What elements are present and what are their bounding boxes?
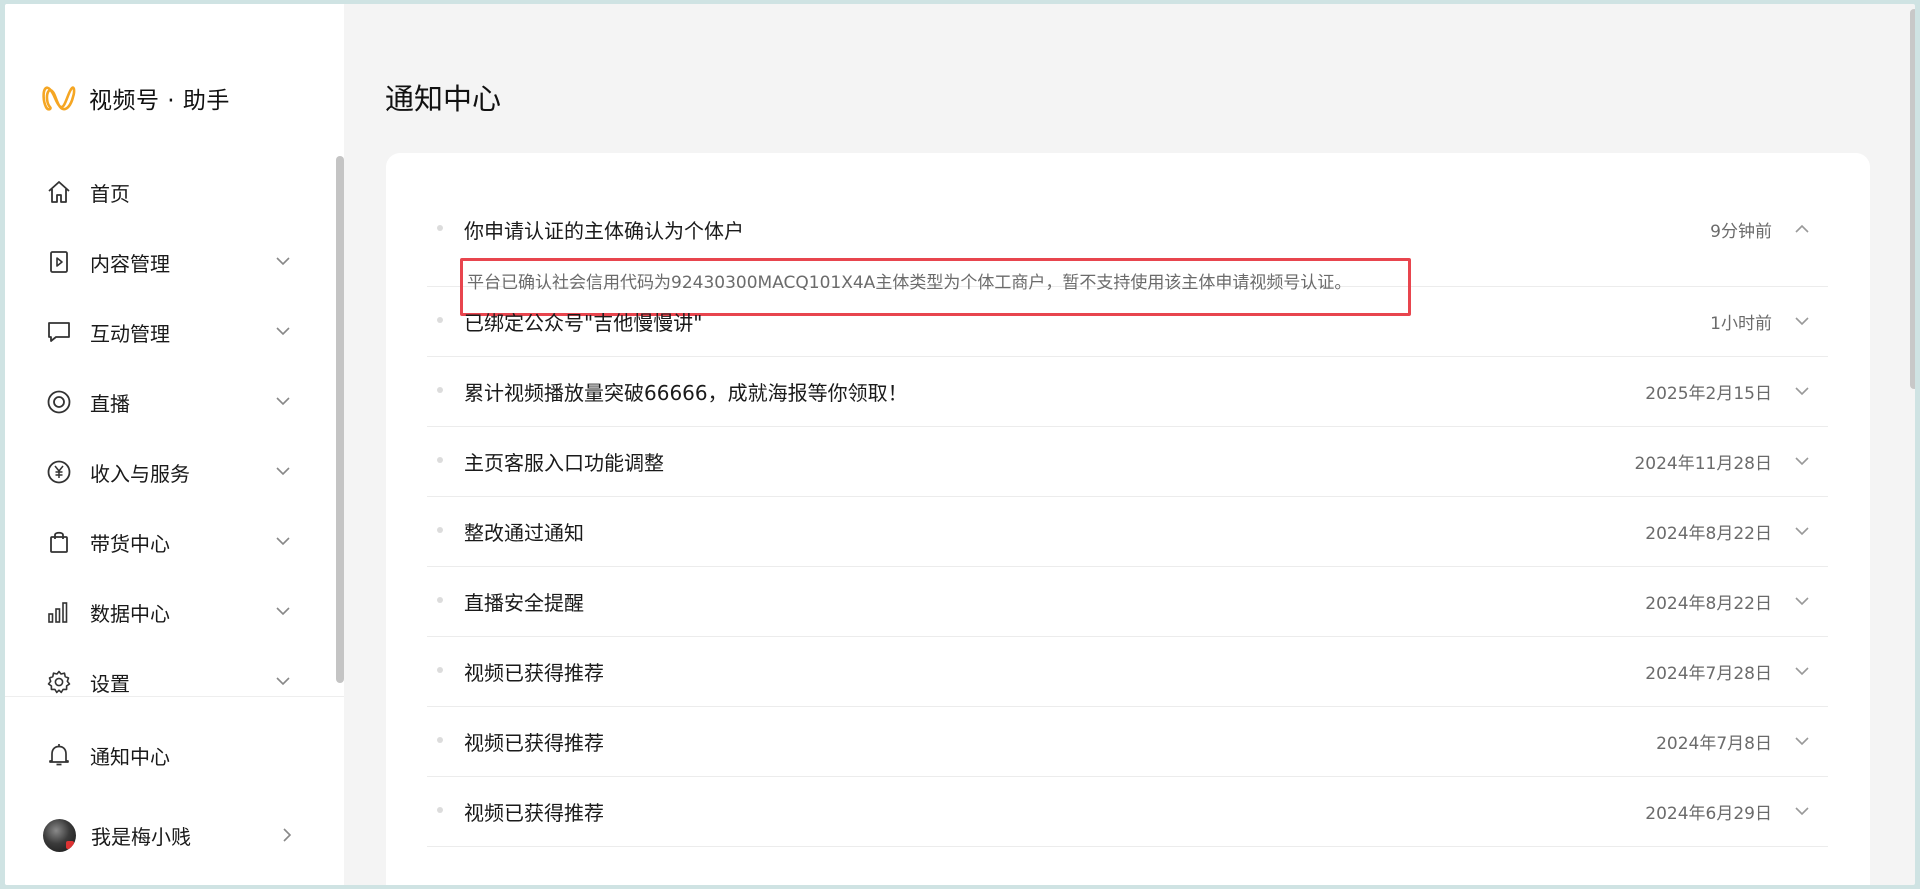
bullet-dot bbox=[437, 527, 443, 533]
chevron-down-icon[interactable] bbox=[273, 391, 293, 411]
chevron-down-icon[interactable] bbox=[273, 671, 293, 691]
sidebar-item-content[interactable]: 内容管理 bbox=[5, 227, 344, 297]
notification-title: 已绑定公众号"吉他慢慢讲" bbox=[464, 311, 703, 335]
chevron-down-icon[interactable] bbox=[1792, 521, 1812, 541]
notification-row[interactable]: 已绑定公众号"吉他慢慢讲" 1小时前 bbox=[427, 287, 1828, 357]
avatar bbox=[43, 818, 76, 852]
yuan-icon bbox=[45, 458, 73, 486]
bullet-dot bbox=[437, 737, 443, 743]
chevron-down-icon[interactable] bbox=[273, 601, 293, 621]
live-icon bbox=[45, 388, 73, 416]
chevron-down-icon[interactable] bbox=[273, 531, 293, 551]
sidebar-divider bbox=[5, 696, 344, 697]
sidebar-item-label: 首页 bbox=[90, 181, 130, 206]
chevron-down-icon[interactable] bbox=[1792, 451, 1812, 471]
sidebar-item-label: 通知中心 bbox=[90, 744, 170, 769]
notification-row[interactable]: 视频已获得推荐 2024年6月29日 bbox=[427, 777, 1828, 847]
sidebar: 视频号 · 助手 首页 内容管理 互动管理 直播 收入与服务 带货中心 数据中心… bbox=[5, 4, 344, 885]
sidebar-scrollbar[interactable] bbox=[336, 156, 344, 683]
notification-time: 2024年8月22日 bbox=[1645, 594, 1772, 614]
sidebar-item-income[interactable]: 收入与服务 bbox=[5, 437, 344, 507]
notification-time: 2024年11月28日 bbox=[1634, 454, 1772, 474]
sidebar-item-label: 内容管理 bbox=[90, 251, 170, 276]
bullet-dot bbox=[437, 225, 443, 231]
notification-row[interactable]: 累计视频播放量突破66666，成就海报等你领取！ 2025年2月15日 bbox=[427, 357, 1828, 427]
sidebar-item-notifications[interactable]: 通知中心 bbox=[5, 720, 344, 790]
bullet-dot bbox=[437, 317, 443, 323]
bullet-dot bbox=[437, 387, 443, 393]
notification-row[interactable]: 直播安全提醒 2024年8月22日 bbox=[427, 567, 1828, 637]
sidebar-item-home[interactable]: 首页 bbox=[5, 157, 344, 227]
chevron-down-icon[interactable] bbox=[1792, 381, 1812, 401]
sidebar-item-data[interactable]: 数据中心 bbox=[5, 577, 344, 647]
bullet-dot bbox=[437, 597, 443, 603]
notification-row[interactable]: 主页客服入口功能调整 2024年11月28日 bbox=[427, 427, 1828, 497]
comment-icon bbox=[45, 318, 73, 346]
sidebar-item-settings[interactable]: 设置 bbox=[5, 647, 344, 717]
notification-title: 整改通过通知 bbox=[464, 521, 584, 545]
sidebar-item-interaction[interactable]: 互动管理 bbox=[5, 297, 344, 367]
sidebar-item-label: 直播 bbox=[90, 391, 130, 416]
chevron-down-icon[interactable] bbox=[1792, 801, 1812, 821]
notification-time: 2024年8月22日 bbox=[1645, 524, 1772, 544]
home-icon bbox=[45, 178, 73, 206]
notification-title: 视频已获得推荐 bbox=[464, 801, 604, 825]
notification-time: 9分钟前 bbox=[1710, 222, 1772, 242]
notification-card: 你申请认证的主体确认为个体户 9分钟前 平台已确认社会信用代码为92430300… bbox=[386, 153, 1870, 885]
sidebar-nav: 首页 内容管理 互动管理 直播 收入与服务 带货中心 数据中心 设置 bbox=[5, 157, 344, 717]
logo-text: 视频号 · 助手 bbox=[89, 88, 230, 114]
profile-name: 我是梅小贱 bbox=[91, 824, 191, 849]
chevron-down-icon[interactable] bbox=[1792, 661, 1812, 681]
channels-logo-icon bbox=[42, 86, 76, 111]
notification-time: 2024年7月28日 bbox=[1645, 664, 1772, 684]
sidebar-item-label: 设置 bbox=[90, 671, 130, 696]
notification-title: 你申请认证的主体确认为个体户 bbox=[464, 219, 744, 243]
sidebar-item-label: 收入与服务 bbox=[90, 461, 190, 486]
page-scrollbar[interactable] bbox=[1910, 9, 1915, 389]
shopping-bag-icon bbox=[45, 528, 73, 556]
chevron-down-icon[interactable] bbox=[1792, 311, 1812, 331]
app-logo[interactable]: 视频号 · 助手 bbox=[42, 78, 230, 118]
chevron-right-icon[interactable] bbox=[277, 825, 297, 845]
sidebar-item-label: 数据中心 bbox=[90, 601, 170, 626]
chevron-down-icon[interactable] bbox=[1792, 731, 1812, 751]
notification-title: 主页客服入口功能调整 bbox=[464, 451, 664, 475]
sidebar-item-commerce[interactable]: 带货中心 bbox=[5, 507, 344, 577]
notification-title: 累计视频播放量突破66666，成就海报等你领取！ bbox=[464, 381, 908, 405]
bullet-dot bbox=[437, 807, 443, 813]
chevron-down-icon[interactable] bbox=[273, 321, 293, 341]
notification-title: 视频已获得推荐 bbox=[464, 661, 604, 685]
sidebar-item-live[interactable]: 直播 bbox=[5, 367, 344, 437]
notification-time: 1小时前 bbox=[1710, 314, 1772, 334]
chevron-down-icon[interactable] bbox=[1792, 591, 1812, 611]
notification-row[interactable]: 视频已获得推荐 2024年7月28日 bbox=[427, 637, 1828, 707]
bar-chart-icon bbox=[45, 598, 73, 626]
notification-time: 2024年6月29日 bbox=[1645, 804, 1772, 824]
notification-time: 2025年2月15日 bbox=[1645, 384, 1772, 404]
bullet-dot bbox=[437, 457, 443, 463]
gear-icon bbox=[45, 668, 73, 696]
notification-row[interactable]: 你申请认证的主体确认为个体户 9分钟前 平台已确认社会信用代码为92430300… bbox=[427, 153, 1828, 316]
notification-title: 直播安全提醒 bbox=[464, 591, 584, 615]
user-profile[interactable]: 我是梅小贱 bbox=[5, 800, 344, 870]
notification-title: 视频已获得推荐 bbox=[464, 731, 604, 755]
bell-icon bbox=[45, 741, 73, 769]
page-title: 通知中心 bbox=[385, 82, 502, 116]
chevron-down-icon[interactable] bbox=[273, 251, 293, 271]
notification-row[interactable]: 整改通过通知 2024年8月22日 bbox=[427, 497, 1828, 567]
chevron-up-icon[interactable] bbox=[1792, 219, 1812, 239]
video-file-icon bbox=[45, 248, 73, 276]
notification-list: 你申请认证的主体确认为个体户 9分钟前 平台已确认社会信用代码为92430300… bbox=[427, 153, 1828, 847]
sidebar-item-label: 带货中心 bbox=[90, 531, 170, 556]
notification-row[interactable]: 视频已获得推荐 2024年7月8日 bbox=[427, 707, 1828, 777]
sidebar-item-label: 互动管理 bbox=[90, 321, 170, 346]
chevron-down-icon[interactable] bbox=[273, 461, 293, 481]
app-window: 视频号 · 助手 首页 内容管理 互动管理 直播 收入与服务 带货中心 数据中心… bbox=[5, 4, 1915, 885]
bullet-dot bbox=[437, 667, 443, 673]
notification-time: 2024年7月8日 bbox=[1656, 734, 1772, 754]
